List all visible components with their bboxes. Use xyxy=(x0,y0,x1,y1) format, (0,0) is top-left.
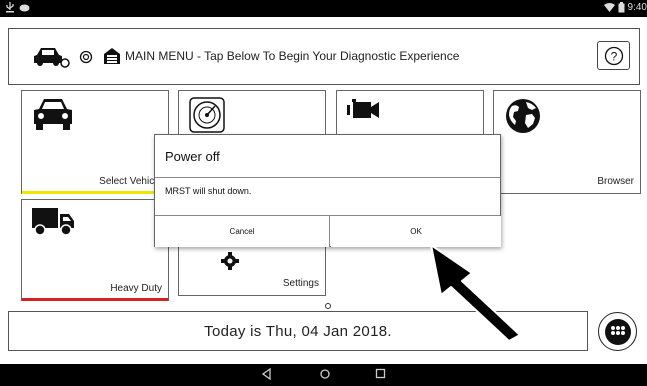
tile-label: Browser xyxy=(597,176,634,187)
status-right: 9:40 xyxy=(603,2,647,13)
truck-icon xyxy=(32,208,74,236)
garage-icon xyxy=(104,48,120,64)
status-bar: 9:40 xyxy=(0,0,647,17)
back-icon[interactable] xyxy=(262,368,272,380)
tile-label: Select Vehicle xyxy=(99,176,162,187)
navigation-bar xyxy=(0,364,647,386)
wifi-icon xyxy=(603,2,615,12)
power-off-dialog: Power off MRST will shut down. Cancel OK xyxy=(154,134,501,247)
car-icon xyxy=(34,99,72,130)
globe-icon xyxy=(506,99,540,133)
notification-icon xyxy=(19,4,30,11)
usb-icon xyxy=(6,2,14,13)
pointer-arrow-icon xyxy=(430,244,521,342)
help-button[interactable]: ? xyxy=(597,41,630,70)
camera-icon xyxy=(347,99,379,118)
battery-icon xyxy=(618,2,625,13)
status-left xyxy=(5,2,30,13)
recents-icon[interactable] xyxy=(375,368,386,379)
apps-grid-icon xyxy=(604,318,631,345)
tile-browser[interactable]: Browser xyxy=(493,90,641,194)
radio-icon xyxy=(79,50,93,64)
tile-stripe xyxy=(22,298,168,301)
dialog-title: Power off xyxy=(165,149,220,164)
tile-select-vehicle[interactable]: Select Vehicle xyxy=(21,90,169,194)
vehicle-icon xyxy=(34,48,70,68)
gear-icon xyxy=(221,252,239,270)
page-title: MAIN MENU - Tap Below To Begin Your Diag… xyxy=(125,49,460,63)
status-clock: 9:40 xyxy=(627,2,647,13)
main-menu-header: MAIN MENU - Tap Below To Begin Your Diag… xyxy=(8,28,640,85)
tile-label: Heavy Duty xyxy=(110,283,162,294)
tile-label: Settings xyxy=(282,278,319,289)
tile-stripe xyxy=(22,191,168,194)
tile-heavy-duty[interactable]: Heavy Duty xyxy=(21,199,169,301)
help-label: ? xyxy=(610,49,617,63)
cancel-button[interactable]: Cancel xyxy=(155,216,330,247)
page-indicator xyxy=(325,303,331,309)
help-icon: ? xyxy=(604,46,623,65)
dialog-divider xyxy=(155,177,500,178)
scope-icon xyxy=(189,97,225,133)
app-drawer-button[interactable] xyxy=(598,312,637,351)
home-icon[interactable] xyxy=(319,368,331,380)
dialog-message: MRST will shut down. xyxy=(165,186,252,196)
